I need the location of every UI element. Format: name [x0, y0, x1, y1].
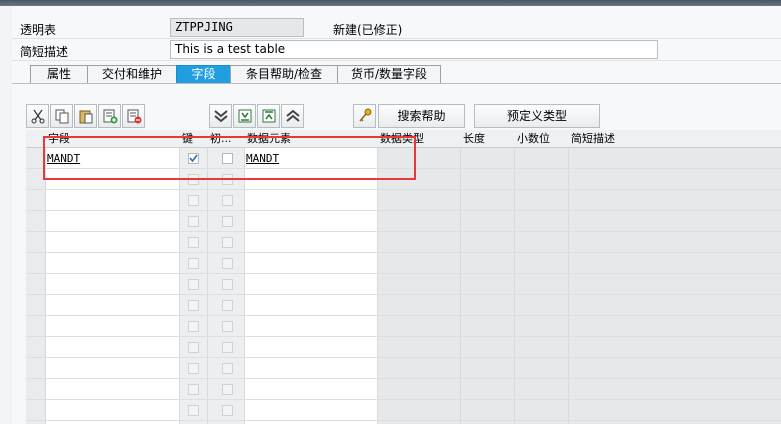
row-divider — [26, 189, 781, 190]
insert-row-button[interactable] — [98, 104, 121, 128]
key-checkbox[interactable] — [188, 216, 199, 227]
column-decimals — [515, 130, 569, 424]
row-1-field[interactable]: MANDT — [47, 152, 80, 165]
header-data-type[interactable]: 数据类型 — [378, 130, 461, 147]
paste-button[interactable] — [74, 104, 97, 128]
initial-values-checkbox[interactable] — [222, 153, 233, 164]
key-button[interactable] — [353, 104, 376, 128]
scroll-down-button[interactable] — [209, 104, 232, 128]
initial-values-checkbox[interactable] — [222, 237, 233, 248]
fields-table: 字段 键 初... 数据元素 数据类型 长度 小数位 简短描述 MANDT MA… — [26, 130, 781, 424]
delete-row-button[interactable] — [122, 104, 145, 128]
row-divider — [26, 252, 781, 253]
row-divider — [26, 336, 781, 337]
key-checkbox[interactable] — [188, 195, 199, 206]
column-field — [46, 130, 180, 424]
row-divider — [26, 357, 781, 358]
tab-underline — [12, 83, 781, 84]
checkmark-icon — [189, 154, 198, 163]
status-text: 新建(已修正) — [333, 23, 403, 37]
table-type-label: 透明表 — [20, 23, 57, 37]
column-length — [461, 130, 515, 424]
initial-values-checkbox[interactable] — [222, 405, 233, 416]
header-length[interactable]: 长度 — [461, 130, 515, 147]
tab-fields[interactable]: 字段 — [176, 65, 230, 84]
header-key[interactable]: 键 — [180, 130, 208, 147]
tab-entry-help-check[interactable]: 条目帮助/检查 — [230, 65, 337, 84]
row-selector-column — [26, 130, 46, 424]
initial-values-checkbox[interactable] — [222, 342, 233, 353]
row-1-data-element[interactable]: MANDT — [246, 152, 279, 165]
divider — [12, 60, 781, 61]
header-field[interactable]: 字段 — [46, 130, 180, 147]
row-divider — [26, 315, 781, 316]
copy-icon — [55, 109, 69, 124]
key-checkbox[interactable] — [188, 342, 199, 353]
key-checkbox[interactable] — [188, 153, 199, 164]
table-header: 字段 键 初... 数据元素 数据类型 长度 小数位 简短描述 — [26, 130, 781, 148]
row-divider — [26, 273, 781, 274]
copy-button[interactable] — [50, 104, 73, 128]
tab-currency-quantity-fields[interactable]: 货币/数量字段 — [337, 65, 441, 84]
key-checkbox[interactable] — [188, 174, 199, 185]
page-up-icon — [262, 109, 276, 123]
row-divider — [26, 378, 781, 379]
predefined-type-button[interactable]: 预定义类型 — [474, 104, 600, 128]
row-divider — [26, 294, 781, 295]
paste-icon — [79, 110, 93, 124]
page-up-button[interactable] — [257, 104, 280, 128]
key-checkbox[interactable] — [188, 300, 199, 311]
short-desc-label: 简短描述 — [20, 45, 69, 59]
key-checkbox[interactable] — [188, 384, 199, 395]
initial-values-checkbox[interactable] — [222, 174, 233, 185]
key-checkbox[interactable] — [188, 237, 199, 248]
search-help-button[interactable]: 搜索帮助 — [378, 104, 465, 128]
row-divider — [26, 210, 781, 211]
row-divider — [26, 420, 781, 421]
scissors-icon — [31, 109, 45, 124]
key-icon — [359, 108, 372, 122]
tab-strip: 属性 交付和维护 字段 条目帮助/检查 货币/数量字段 — [30, 65, 441, 84]
key-checkbox[interactable] — [188, 258, 199, 269]
delete-row-icon — [127, 109, 142, 124]
scroll-up-button[interactable] — [281, 104, 304, 128]
tab-attributes[interactable]: 属性 — [30, 65, 87, 84]
initial-values-checkbox[interactable] — [222, 300, 233, 311]
insert-row-icon — [103, 109, 118, 124]
header-short-desc[interactable]: 简短描述 — [569, 130, 781, 147]
initial-values-checkbox[interactable] — [222, 321, 233, 332]
initial-values-checkbox[interactable] — [222, 279, 233, 290]
initial-values-checkbox[interactable] — [222, 363, 233, 374]
row-divider — [26, 231, 781, 232]
page-down-icon — [238, 109, 252, 123]
initial-values-checkbox[interactable] — [222, 195, 233, 206]
initial-values-checkbox[interactable] — [222, 384, 233, 395]
cut-button[interactable] — [26, 104, 49, 128]
header-data-element[interactable]: 数据元素 — [245, 130, 378, 147]
table-name-field: ZTPPJING — [170, 18, 304, 37]
key-checkbox[interactable] — [188, 321, 199, 332]
key-checkbox[interactable] — [188, 279, 199, 290]
page-down-button[interactable] — [233, 104, 256, 128]
column-short-desc — [569, 130, 781, 424]
tab-delivery-maintenance[interactable]: 交付和维护 — [87, 65, 176, 84]
double-chevron-up-icon — [286, 109, 300, 122]
row-divider — [26, 168, 781, 169]
key-checkbox[interactable] — [188, 363, 199, 374]
header-decimals[interactable]: 小数位 — [515, 130, 569, 147]
initial-values-checkbox[interactable] — [222, 258, 233, 269]
row-divider — [26, 399, 781, 400]
short-desc-input[interactable]: This is a test table — [170, 40, 658, 59]
column-data-type — [378, 130, 461, 424]
divider — [12, 38, 781, 39]
key-checkbox[interactable] — [188, 405, 199, 416]
double-chevron-down-icon — [214, 110, 228, 123]
column-data-element — [245, 130, 378, 424]
header-initial[interactable]: 初... — [208, 130, 245, 147]
initial-values-checkbox[interactable] — [222, 216, 233, 227]
